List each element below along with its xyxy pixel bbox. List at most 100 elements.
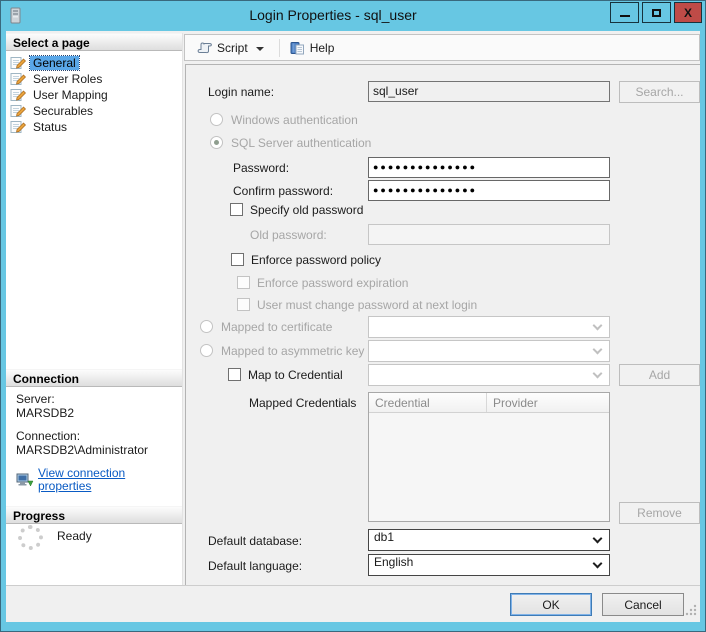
resize-grip[interactable] (685, 604, 697, 619)
must-change-password-label: User must change password at next login (257, 298, 477, 312)
password-label: Password: (233, 161, 289, 175)
table-header-row: Credential Provider (369, 393, 609, 413)
chevron-down-icon (593, 559, 603, 569)
server-label: Server: (16, 393, 178, 406)
server-app-icon (10, 7, 22, 24)
script-dropdown-arrow-icon (256, 47, 264, 51)
old-password-input[interactable] (368, 224, 610, 245)
default-database-value: db1 (369, 527, 399, 547)
default-language-combo[interactable]: English (368, 554, 610, 576)
minimize-button[interactable] (610, 2, 639, 23)
login-name-label: Login name: (208, 85, 274, 99)
default-language-value: English (369, 552, 418, 572)
credential-column-header[interactable]: Credential (369, 393, 487, 412)
sql-server-authentication-radio[interactable] (210, 136, 223, 149)
connection-header: Connection (6, 369, 182, 387)
connection-value: MARSDB2\Administrator (16, 444, 178, 457)
sidebar-item-label: User Mapping (30, 88, 111, 102)
certificate-combo[interactable] (368, 316, 610, 338)
specify-old-password-label: Specify old password (250, 203, 363, 217)
minimize-icon (620, 15, 630, 17)
view-connection-properties-link[interactable]: View connection properties (38, 467, 178, 493)
sidebar-item-label: General (30, 56, 79, 70)
chevron-down-icon (593, 369, 603, 379)
maximize-icon (652, 9, 661, 17)
select-a-page-header: Select a page (6, 33, 182, 51)
progress-header: Progress (6, 506, 182, 524)
progress-status: Ready (57, 529, 92, 543)
default-language-label: Default language: (208, 559, 302, 573)
general-page-content: Login name: sql_user Search... Windows a… (185, 64, 700, 585)
chevron-down-icon (593, 345, 603, 355)
toolbar: Script Help (184, 34, 700, 61)
cancel-button[interactable]: Cancel (602, 593, 684, 616)
page-icon (10, 88, 27, 102)
add-button[interactable]: Add (619, 364, 700, 386)
mapped-to-certificate-radio[interactable] (200, 320, 213, 333)
script-icon (196, 41, 213, 55)
sidebar-item-label: Server Roles (30, 72, 105, 86)
login-name-input[interactable]: sql_user (368, 81, 610, 102)
connection-properties-icon (16, 473, 34, 488)
right-panel: Script Help Login name: sql_user Search.… (184, 33, 700, 585)
remove-button[interactable]: Remove (619, 502, 700, 524)
enforce-password-expiration-label: Enforce password expiration (257, 276, 408, 290)
enforce-password-policy-checkbox[interactable] (231, 253, 244, 266)
sidebar-item-general[interactable]: General (10, 55, 180, 71)
page-icon (10, 104, 27, 118)
server-value: MARSDB2 (16, 407, 178, 420)
windows-authentication-label: Windows authentication (231, 113, 358, 127)
page-icon (10, 120, 27, 134)
chevron-down-icon (593, 534, 603, 544)
toolbar-separator (279, 39, 280, 57)
window-controls: X (607, 2, 702, 23)
connection-block: Server: MARSDB2 Connection: MARSDB2\Admi… (16, 393, 178, 493)
ok-button[interactable]: OK (510, 593, 592, 616)
left-panel: Select a page General Server Roles (6, 33, 183, 585)
dialog-footer: OK Cancel (6, 585, 700, 622)
default-database-label: Default database: (208, 534, 302, 548)
windows-authentication-radio[interactable] (210, 113, 223, 126)
progress-spinner-icon (18, 525, 43, 550)
close-button[interactable]: X (674, 2, 702, 23)
sidebar-item-securables[interactable]: Securables (10, 103, 180, 119)
page-tree: General Server Roles User Mapping (10, 55, 180, 135)
mapped-credentials-table[interactable]: Credential Provider (368, 392, 610, 522)
script-label: Script (217, 41, 248, 55)
sidebar-item-server-roles[interactable]: Server Roles (10, 71, 180, 87)
maximize-button[interactable] (642, 2, 671, 23)
credential-combo[interactable] (368, 364, 610, 386)
progress-block: Ready (18, 525, 92, 550)
sidebar-item-user-mapping[interactable]: User Mapping (10, 87, 180, 103)
enforce-password-policy-label: Enforce password policy (251, 253, 381, 267)
help-button[interactable]: Help (284, 39, 340, 57)
mapped-to-certificate-label: Mapped to certificate (221, 320, 332, 334)
specify-old-password-checkbox[interactable] (230, 203, 243, 216)
asymmetric-key-combo[interactable] (368, 340, 610, 362)
old-password-label: Old password: (250, 228, 327, 242)
help-label: Help (310, 41, 335, 55)
password-input[interactable]: ●●●●●●●●●●●●●● (368, 157, 610, 178)
default-database-combo[interactable]: db1 (368, 529, 610, 551)
map-to-credential-checkbox[interactable] (228, 368, 241, 381)
page-icon (10, 56, 27, 70)
mapped-to-asymmetric-key-label: Mapped to asymmetric key (221, 344, 364, 358)
sidebar-item-label: Securables (30, 104, 96, 118)
titlebar: Login Properties - sql_user X (1, 1, 705, 31)
provider-column-header[interactable]: Provider (487, 393, 609, 412)
confirm-password-label: Confirm password: (233, 184, 333, 198)
must-change-password-checkbox[interactable] (237, 298, 250, 311)
sidebar-item-status[interactable]: Status (10, 119, 180, 135)
script-button[interactable]: Script (191, 39, 275, 57)
page-icon (10, 72, 27, 86)
sql-server-authentication-label: SQL Server authentication (231, 136, 371, 150)
mapped-to-asymmetric-key-radio[interactable] (200, 344, 213, 357)
window-title: Login Properties - sql_user (61, 7, 605, 23)
login-properties-window: Login Properties - sql_user X Select a p… (0, 0, 706, 632)
sidebar-item-label: Status (30, 120, 70, 134)
help-icon (289, 41, 306, 55)
map-to-credential-label: Map to Credential (248, 368, 343, 382)
enforce-password-expiration-checkbox[interactable] (237, 276, 250, 289)
search-button[interactable]: Search... (619, 81, 700, 103)
confirm-password-input[interactable]: ●●●●●●●●●●●●●● (368, 180, 610, 201)
